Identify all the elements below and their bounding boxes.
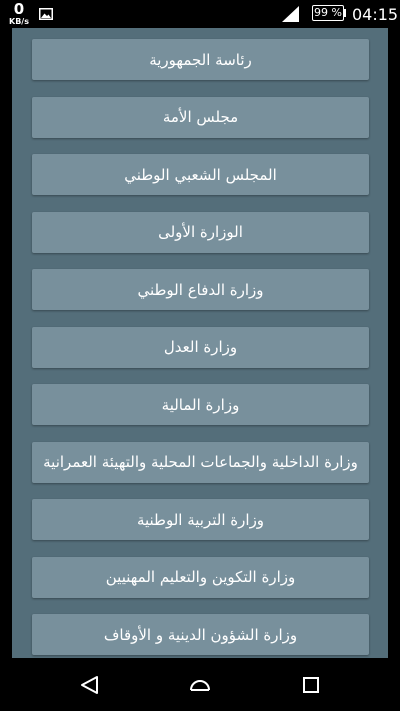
menu-item-label: المجلس الشعبي الوطني xyxy=(124,165,277,184)
image-notification-icon xyxy=(39,8,53,20)
recents-icon[interactable] xyxy=(300,675,322,695)
menu-item-ministry-defense[interactable]: وزارة الدفاع الوطني xyxy=(32,269,369,310)
menu-item-ministry-religious-affairs[interactable]: وزارة الشؤون الدينية و الأوقاف xyxy=(32,614,369,655)
menu-item-national-assembly[interactable]: المجلس الشعبي الوطني xyxy=(32,154,369,195)
menu-item-prime-ministry[interactable]: الوزارة الأولى xyxy=(32,211,369,253)
battery-level: 99 % xyxy=(314,6,342,19)
network-speed-unit: KB/s xyxy=(9,17,29,26)
signal-icon xyxy=(282,6,299,22)
menu-item-ministry-interior[interactable]: وزارة الداخلية والجماعات المحلية والتهيئ… xyxy=(32,441,369,483)
navigation-bar xyxy=(0,658,400,711)
menu-item-label: وزارة التكوين والتعليم المهنيين xyxy=(105,568,296,586)
menu-item-label: مجلس الأمة xyxy=(162,108,239,126)
network-speed-value: 0 xyxy=(13,0,25,18)
back-icon[interactable] xyxy=(78,675,100,695)
menu-item-label: وزارة العدل xyxy=(163,338,238,356)
menu-item-label: الوزارة الأولى xyxy=(158,223,243,241)
menu-item-label: وزارة المالية xyxy=(161,395,240,414)
network-speed-indicator: 0 KB/s xyxy=(8,2,30,26)
menu-item-council-of-nation[interactable]: مجلس الأمة xyxy=(32,96,369,138)
menu-item-label: رئاسة الجمهورية xyxy=(149,50,252,69)
menu-item-presidency[interactable]: رئاسة الجمهورية xyxy=(32,39,369,80)
menu-item-ministry-justice[interactable]: وزارة العدل xyxy=(32,326,369,368)
home-icon[interactable] xyxy=(189,675,211,695)
menu-item-ministry-education[interactable]: وزارة التربية الوطنية xyxy=(32,499,369,540)
menu-item-label: وزارة الشؤون الدينية و الأوقاف xyxy=(103,625,298,644)
status-bar: 0 KB/s 99 % 04:15 xyxy=(0,0,400,28)
menu-item-label: وزارة الداخلية والجماعات المحلية والتهيئ… xyxy=(43,453,358,471)
menu-item-ministry-vocational-training[interactable]: وزارة التكوين والتعليم المهنيين xyxy=(32,556,369,598)
clock: 04:15 xyxy=(352,5,399,24)
menu-item-ministry-finance[interactable]: وزارة المالية xyxy=(32,384,369,425)
battery-terminal xyxy=(344,9,346,17)
battery-icon: 99 % xyxy=(312,5,344,21)
menu-item-label: وزارة الدفاع الوطني xyxy=(137,280,264,299)
menu-item-label: وزارة التربية الوطنية xyxy=(136,510,265,529)
menu-list: رئاسة الجمهورية مجلس الأمة المجلس الشعبي… xyxy=(12,39,388,658)
main-panel: رئاسة الجمهورية مجلس الأمة المجلس الشعبي… xyxy=(12,28,388,658)
